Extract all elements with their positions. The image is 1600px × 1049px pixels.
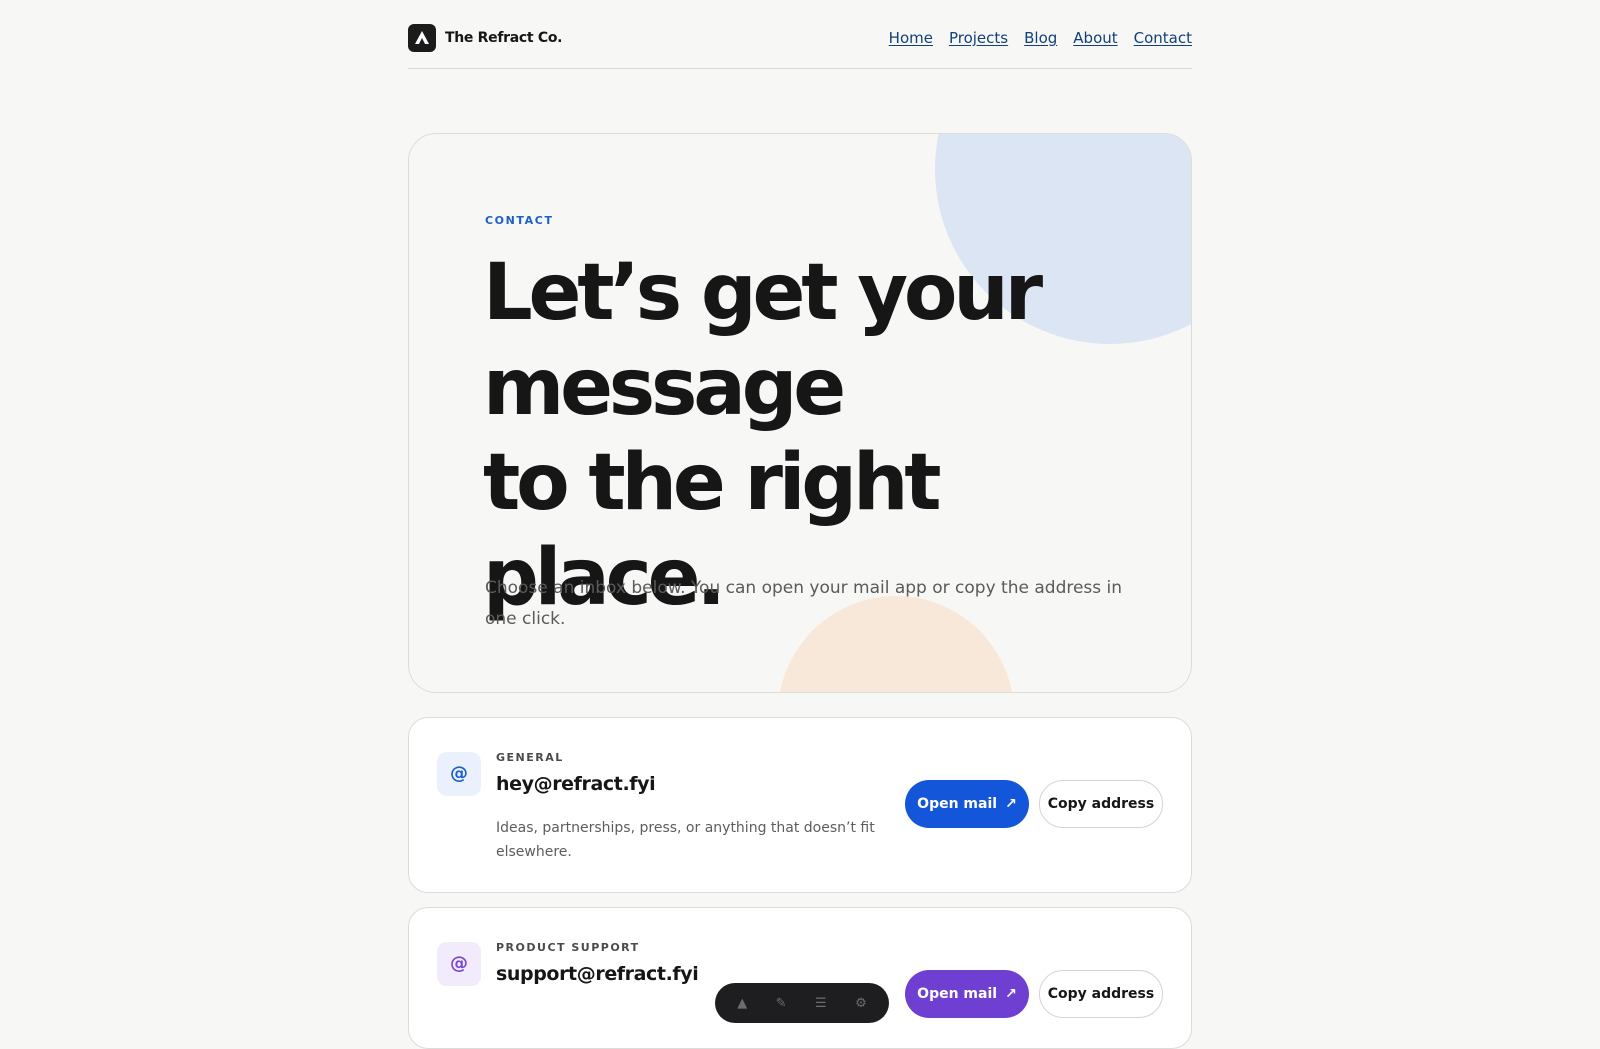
headline-line-1: Let’s get your [483,248,1043,338]
refract-logo-icon [408,24,436,52]
settings-icon[interactable]: ⚙ [855,996,867,1011]
inbox-card-support: @ PRODUCT SUPPORT support@refract.fyi ▲ … [408,907,1192,1049]
menu-icon[interactable]: ☰ [815,996,827,1011]
brand-logo[interactable]: The Refract Co. [408,24,562,52]
copy-address-button[interactable]: Copy address [1039,780,1163,828]
brand-name: The Refract Co. [445,30,563,46]
hero-card: CONTACT Let’s get your message to the ri… [408,133,1192,693]
nav-link-blog[interactable]: Blog [1024,29,1057,47]
inbox-email: support@refract.fyi [496,963,699,985]
open-mail-button[interactable]: Open mail ↗ [905,970,1029,1018]
at-icon: @ [437,752,481,796]
open-mail-label: Open mail [917,796,998,812]
nav-link-about[interactable]: About [1073,29,1117,47]
hero-eyebrow: CONTACT [485,214,554,227]
inbox-description: Ideas, partnerships, press, or anything … [496,820,875,860]
toolbar-icon[interactable]: ▲ [737,996,747,1011]
floating-toolbar[interactable]: ▲ ✎ ☰ ⚙ [715,983,889,1023]
external-arrow-icon: ↗ [1005,796,1017,812]
site-header: The Refract Co. Home Projects Blog About… [408,0,1192,69]
open-mail-button[interactable]: Open mail ↗ [905,780,1029,828]
inbox-label: PRODUCT SUPPORT [496,941,640,954]
nav-link-home[interactable]: Home [889,29,933,47]
page-title: Let’s get your message to the right plac… [483,246,1123,626]
inbox-label: GENERAL [496,751,564,764]
inbox-card-general: @ GENERAL hey@refract.fyi Ideas, partner… [408,717,1192,893]
nav-link-projects[interactable]: Projects [949,29,1008,47]
inbox-email: hey@refract.fyi [496,773,656,795]
copy-address-button[interactable]: Copy address [1039,970,1163,1018]
nav-link-contact[interactable]: Contact [1134,29,1192,47]
at-icon: @ [437,942,481,986]
toolbar-icon[interactable]: ✎ [776,996,787,1011]
headline-line-2: message [483,343,846,433]
main-nav: Home Projects Blog About Contact [889,29,1192,47]
hero-subtitle: Choose an inbox below. You can open your… [485,578,1123,629]
